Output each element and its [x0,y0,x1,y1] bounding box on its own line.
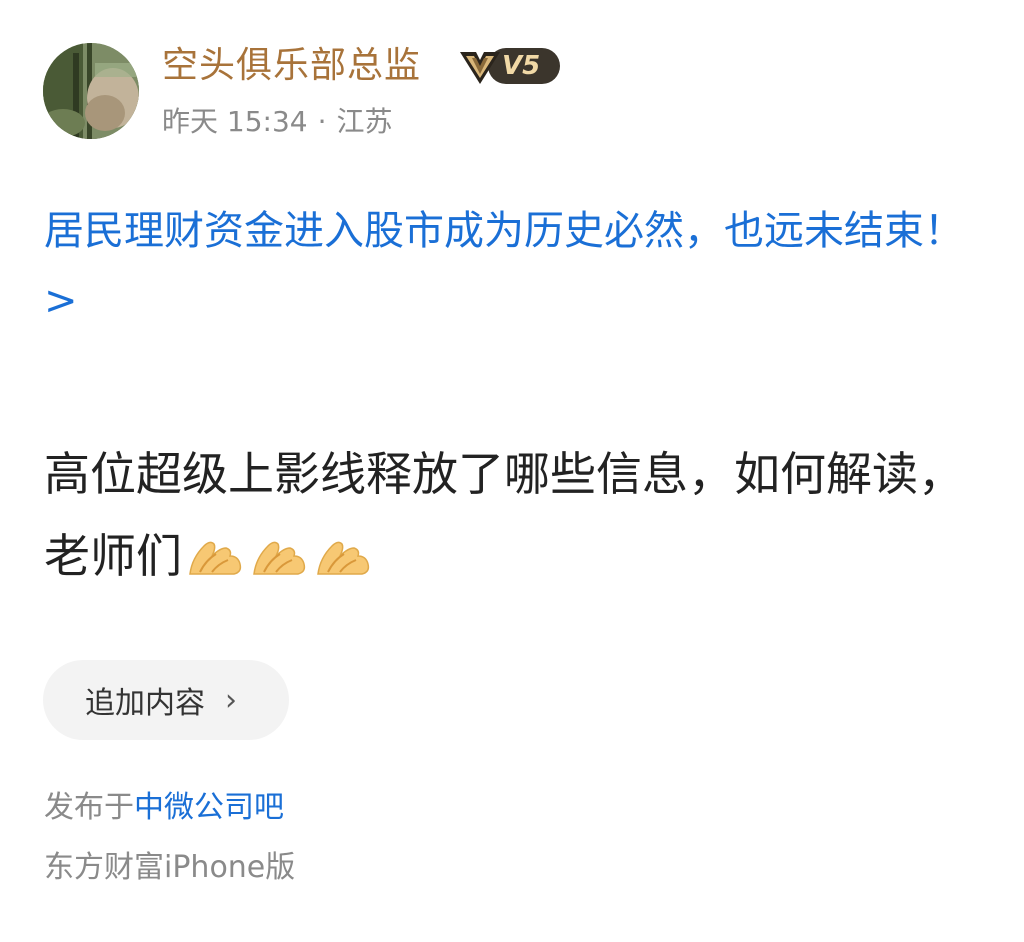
praying-hands-emoji [253,541,306,575]
post-time: 昨天 15:34 [162,105,308,138]
chevron-right-icon: › [225,682,237,718]
post-meta: 昨天 15:34 · 江苏 [162,100,393,144]
emoji-group [186,521,378,603]
praying-hands-emoji [189,541,242,575]
post-location: 江苏 [336,105,393,138]
post-content: 高位超级上影线释放了哪些信息，如何解读，老师们 [44,433,994,603]
praying-hands-emoji [317,541,370,575]
client-source: 东方财富iPhone版 [44,850,296,885]
level-label: V5 [502,51,541,81]
avatar[interactable] [43,43,139,139]
author-name[interactable]: 空头俱乐部总监 [162,40,421,92]
meta-separator: · [317,105,327,138]
forum-link[interactable]: 中微公司吧 [134,790,284,825]
append-content-button[interactable]: 追加内容 › [43,660,289,740]
posted-in-prefix: 发布于 [44,790,134,825]
linked-article-title[interactable]: 居民理财资金进入股市成为历史必然，也远未结束！ > [44,196,994,336]
post-content-text: 高位超级上影线释放了哪些信息，如何解读，老师们 [44,447,964,583]
posted-in: 发布于中微公司吧 [44,786,284,830]
append-content-label: 追加内容 [85,686,205,721]
